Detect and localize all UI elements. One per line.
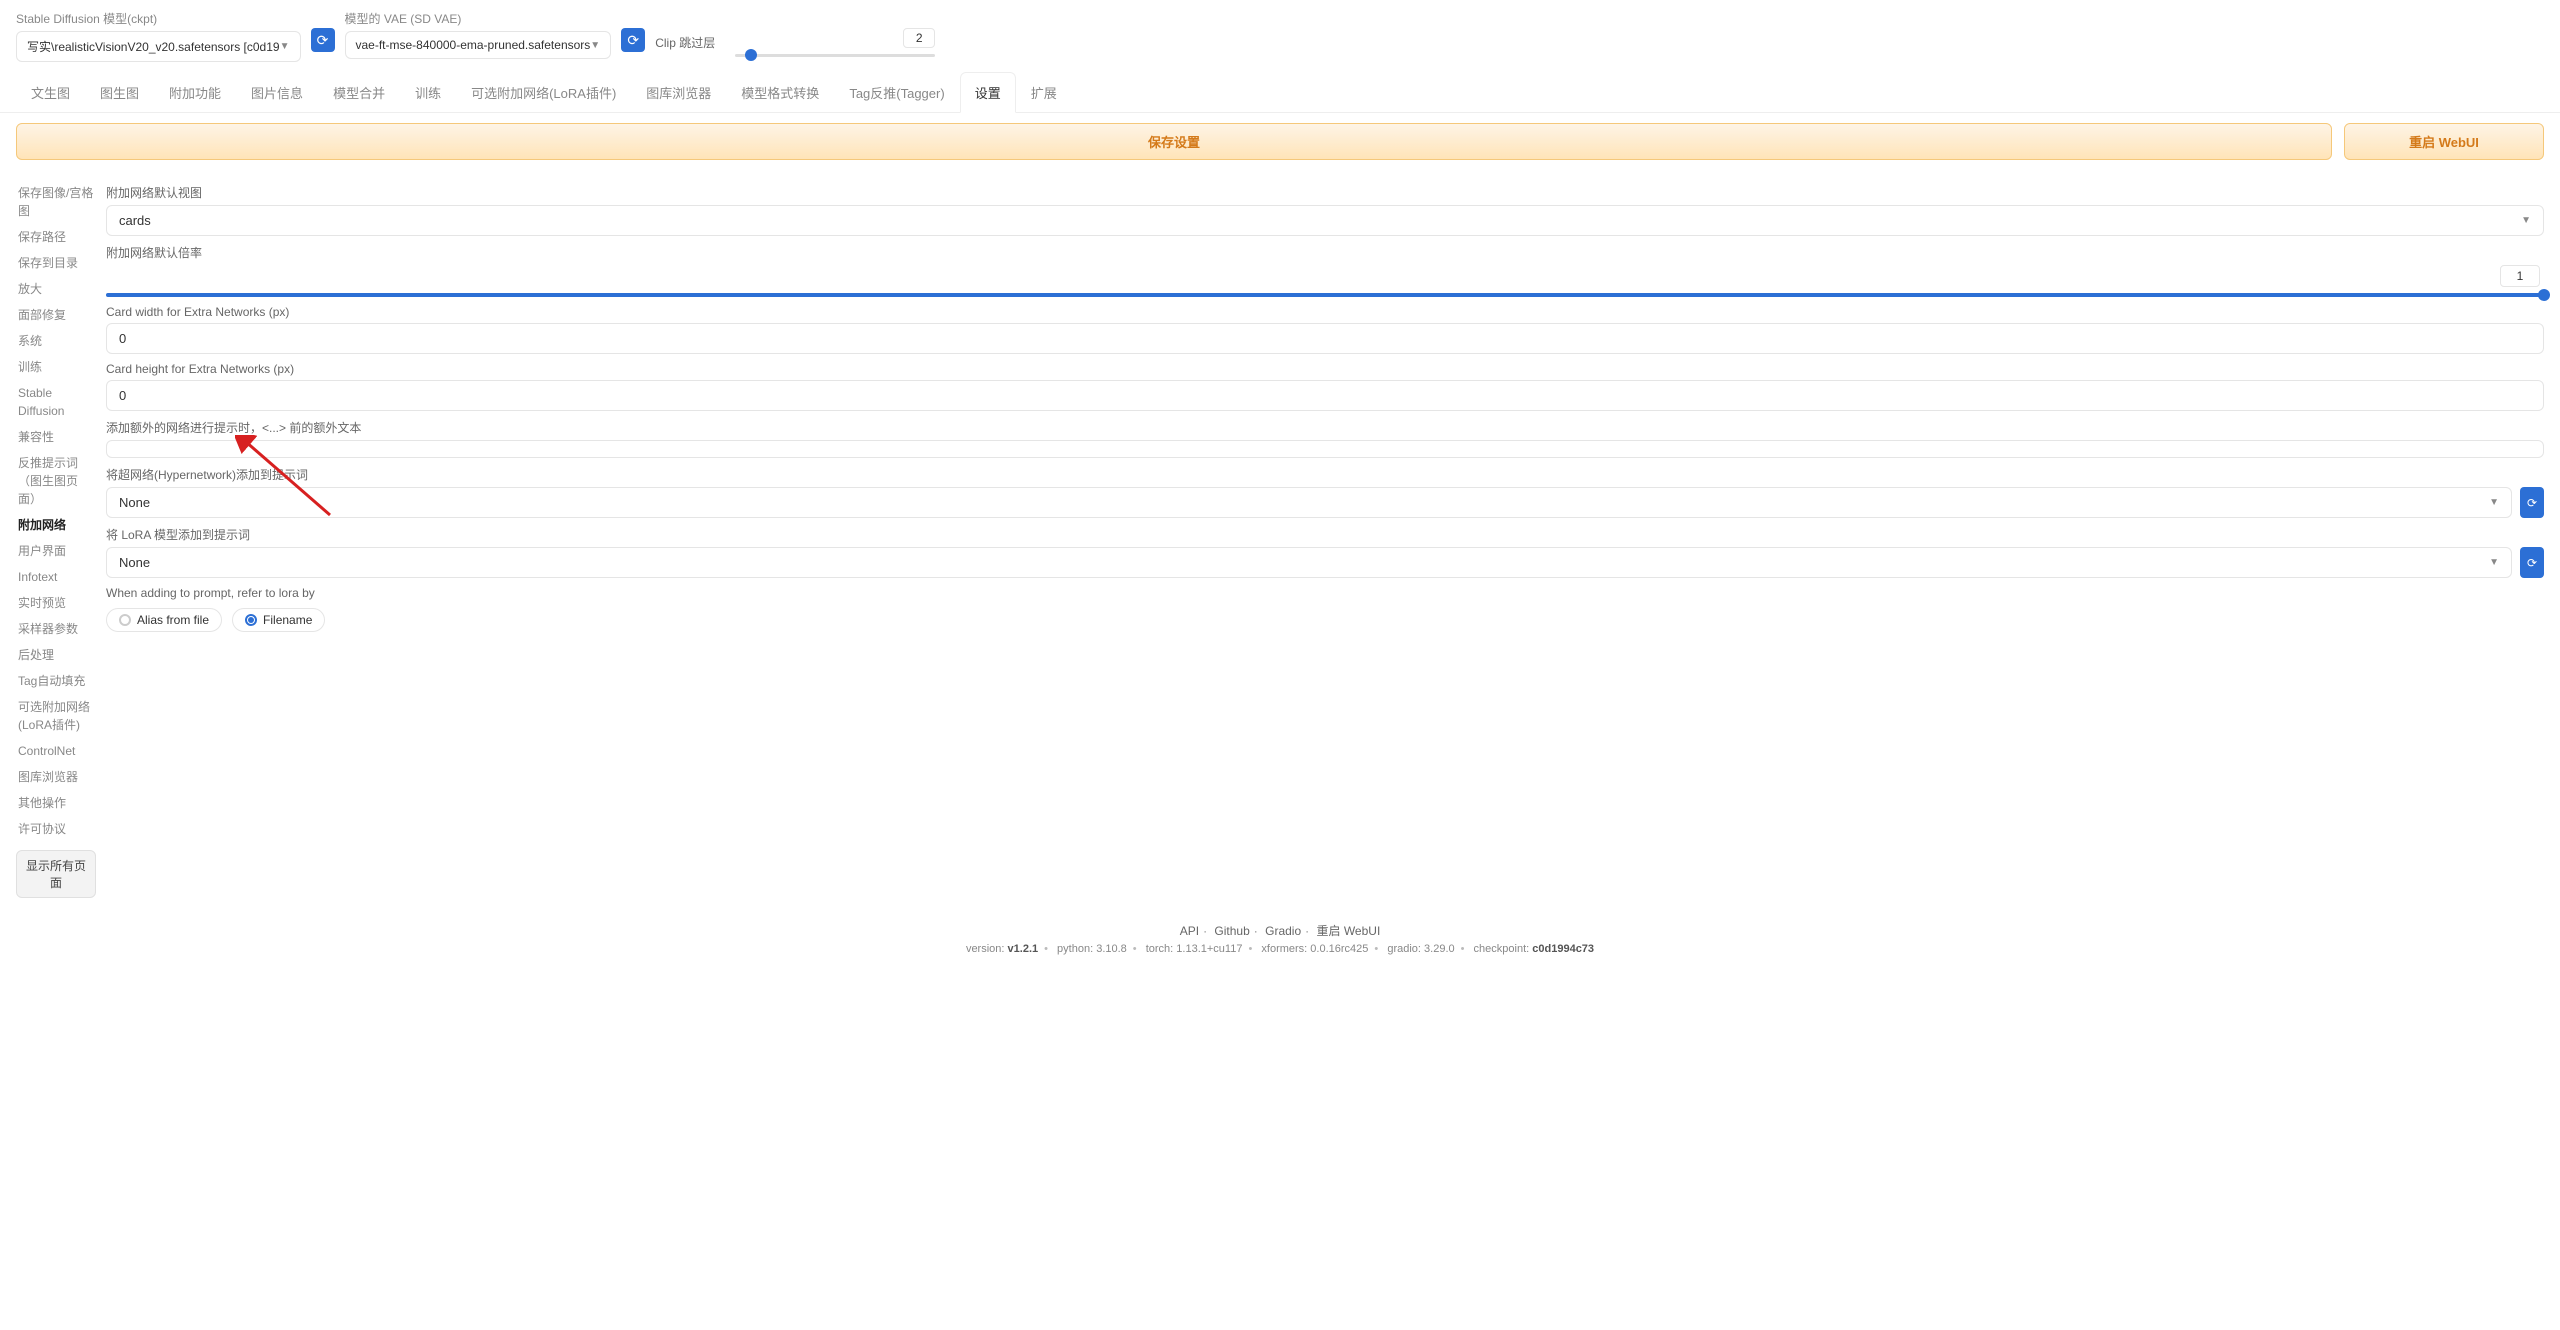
chevron-down-icon: ▼ [2521, 215, 2531, 226]
tab-Tag反推(Tagger)[interactable]: Tag反推(Tagger) [834, 72, 959, 112]
card-height-label: Card height for Extra Networks (px) [106, 362, 2544, 376]
card-width-input[interactable]: 0 [106, 323, 2544, 354]
sidebar-item[interactable]: 训练 [16, 354, 96, 380]
refresh-icon: ⟳ [2527, 556, 2537, 570]
chevron-down-icon: ▼ [2489, 557, 2499, 568]
vae-label: 模型的 VAE (SD VAE) [345, 10, 612, 27]
sidebar-item[interactable]: 兼容性 [16, 424, 96, 450]
sidebar-item[interactable]: 许可协议 [16, 816, 96, 842]
sidebar-item[interactable]: Infotext [16, 564, 96, 590]
sidebar-item[interactable]: 面部修复 [16, 302, 96, 328]
default-view-value: cards [119, 213, 151, 228]
chevron-down-icon: ▼ [280, 41, 290, 52]
card-width-label: Card width for Extra Networks (px) [106, 305, 2544, 319]
default-mult-slider[interactable] [106, 293, 2544, 297]
radio-filename-label: Filename [263, 613, 312, 627]
checkpoint-value: 写实\realisticVisionV20_v20.safetensors [c… [27, 38, 280, 55]
sidebar-item[interactable]: Stable Diffusion [16, 380, 96, 424]
lora-refresh-button[interactable]: ⟳ [2520, 547, 2544, 578]
footer-link-gradio[interactable]: Gradio [1265, 924, 1301, 938]
tab-图生图[interactable]: 图生图 [85, 72, 154, 112]
vae-dropdown[interactable]: vae-ft-mse-840000-ema-pruned.safetensors… [345, 31, 612, 59]
tab-文生图[interactable]: 文生图 [16, 72, 85, 112]
refresh-icon: ⟳ [627, 32, 639, 49]
hypernet-dropdown[interactable]: None ▼ [106, 487, 2512, 518]
tab-可选附加网络(LoRA插件)[interactable]: 可选附加网络(LoRA插件) [456, 72, 631, 112]
radio-alias-label: Alias from file [137, 613, 209, 627]
slider-thumb[interactable] [745, 49, 757, 61]
hypernet-value: None [119, 495, 150, 510]
sidebar-item[interactable]: 反推提示词（图生图页面） [16, 450, 96, 512]
sidebar-item[interactable]: 可选附加网络(LoRA插件) [16, 694, 96, 738]
sidebar-item[interactable]: 保存到目录 [16, 250, 96, 276]
radio-icon [245, 614, 257, 626]
default-view-dropdown[interactable]: cards ▼ [106, 205, 2544, 236]
tab-设置[interactable]: 设置 [960, 72, 1016, 113]
radio-icon [119, 614, 131, 626]
footer-links: API· Github· Gradio· 重启 WebUI [14, 922, 2546, 939]
card-height-input[interactable]: 0 [106, 380, 2544, 411]
hypernet-label: 将超网络(Hypernetwork)添加到提示词 [106, 466, 2544, 483]
main-tabs: 文生图图生图附加功能图片信息模型合并训练可选附加网络(LoRA插件)图库浏览器模… [0, 72, 2560, 113]
tab-图片信息[interactable]: 图片信息 [236, 72, 318, 112]
footer-meta: version: v1.2.1• python: 3.10.8• torch: … [14, 943, 2546, 955]
slider-thumb[interactable] [2538, 289, 2550, 301]
clip-skip-value[interactable]: 2 [903, 28, 935, 48]
chevron-down-icon: ▼ [590, 40, 600, 51]
restart-webui-button[interactable]: 重启 WebUI [2344, 123, 2544, 160]
sidebar-item[interactable]: 图库浏览器 [16, 764, 96, 790]
tab-扩展[interactable]: 扩展 [1016, 72, 1072, 112]
radio-filename[interactable]: Filename [232, 608, 325, 632]
tab-附加功能[interactable]: 附加功能 [154, 72, 236, 112]
sidebar-item[interactable]: 其他操作 [16, 790, 96, 816]
lora-value: None [119, 555, 150, 570]
sidebar-item[interactable]: 保存图像/宫格图 [16, 180, 96, 224]
checkpoint-refresh-button[interactable]: ⟳ [311, 28, 335, 52]
default-view-label: 附加网络默认视图 [106, 184, 2544, 201]
clip-skip-label: Clip 跳过层 [655, 34, 715, 51]
footer-link-github[interactable]: Github [1214, 924, 1249, 938]
refresh-icon: ⟳ [317, 32, 329, 49]
hypernet-refresh-button[interactable]: ⟳ [2520, 487, 2544, 518]
sidebar-item[interactable]: 放大 [16, 276, 96, 302]
vae-refresh-button[interactable]: ⟳ [621, 28, 645, 52]
sidebar-item[interactable]: 用户界面 [16, 538, 96, 564]
extra-text-label: 添加额外的网络进行提示时，<...> 前的额外文本 [106, 419, 2544, 436]
lora-ref-label: When adding to prompt, refer to lora by [106, 586, 2544, 600]
sidebar-item[interactable]: 保存路径 [16, 224, 96, 250]
sidebar-item[interactable]: 系统 [16, 328, 96, 354]
sidebar-item[interactable]: 后处理 [16, 642, 96, 668]
checkpoint-label: Stable Diffusion 模型(ckpt) [16, 10, 301, 27]
radio-alias-from-file[interactable]: Alias from file [106, 608, 222, 632]
clip-skip-slider[interactable] [735, 54, 935, 57]
default-mult-value[interactable]: 1 [2500, 265, 2540, 287]
tab-模型格式转换[interactable]: 模型格式转换 [726, 72, 834, 112]
settings-sidebar: 保存图像/宫格图保存路径保存到目录放大面部修复系统训练Stable Diffus… [16, 180, 96, 898]
tab-训练[interactable]: 训练 [400, 72, 456, 112]
lora-label: 将 LoRA 模型添加到提示词 [106, 526, 2544, 543]
save-settings-button[interactable]: 保存设置 [16, 123, 2332, 160]
tab-模型合并[interactable]: 模型合并 [318, 72, 400, 112]
sidebar-item[interactable]: 附加网络 [16, 512, 96, 538]
checkpoint-dropdown[interactable]: 写实\realisticVisionV20_v20.safetensors [c… [16, 31, 301, 62]
sidebar-item[interactable]: 采样器参数 [16, 616, 96, 642]
sidebar-item[interactable]: 实时预览 [16, 590, 96, 616]
extra-text-input[interactable] [106, 440, 2544, 458]
lora-dropdown[interactable]: None ▼ [106, 547, 2512, 578]
show-all-pages-button[interactable]: 显示所有页面 [16, 850, 96, 898]
sidebar-item[interactable]: Tag自动填充 [16, 668, 96, 694]
refresh-icon: ⟳ [2527, 496, 2537, 510]
default-mult-label: 附加网络默认倍率 [106, 244, 2544, 261]
chevron-down-icon: ▼ [2489, 497, 2499, 508]
vae-value: vae-ft-mse-840000-ema-pruned.safetensors [356, 38, 591, 52]
footer-link-api[interactable]: API [1180, 924, 1199, 938]
footer-link-restart[interactable]: 重启 WebUI [1316, 924, 1380, 938]
sidebar-item[interactable]: ControlNet [16, 738, 96, 764]
tab-图库浏览器[interactable]: 图库浏览器 [631, 72, 726, 112]
